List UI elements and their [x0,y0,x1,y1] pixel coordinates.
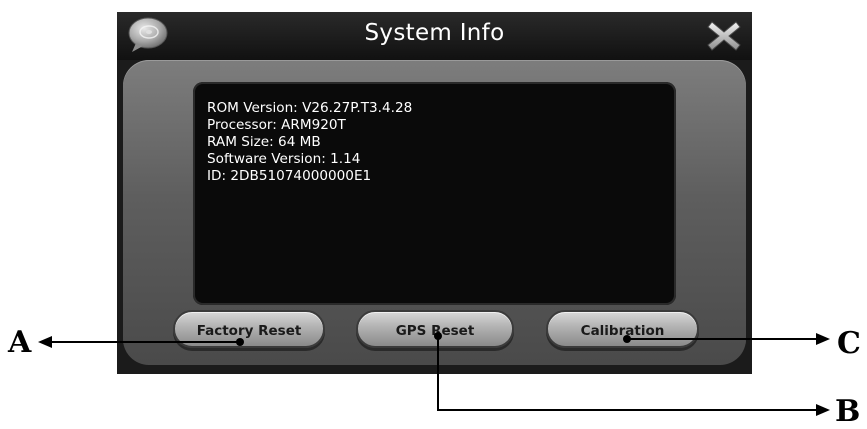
rom-version-text: ROM Version: V26.27P.T3.4.28 [207,100,413,116]
gps-reset-button[interactable]: GPS Reset [356,310,514,348]
device-id-text: ID: 2DB51074000000E1 [207,168,372,184]
callout-c-arrowhead [816,333,830,345]
callout-label-b: B [835,394,861,429]
calibration-button[interactable]: Calibration [546,310,699,348]
callout-label-a: A [8,325,32,360]
close-icon[interactable] [705,18,743,54]
ram-size-text: RAM Size: 64 MB [207,134,321,150]
software-version-text: Software Version: 1.14 [207,151,361,167]
callout-label-c: C [837,326,861,361]
device-screen: System Info ROM Version: V26.27P.T3.4.28… [117,12,752,374]
system-info-panel: ROM Version: V26.27P.T3.4.28 Processor: … [123,60,746,365]
title-bar: System Info [117,12,752,60]
window-title: System Info [364,20,505,46]
processor-text: Processor: ARM920T [207,117,346,133]
callout-b-arrowhead [816,404,830,416]
info-box: ROM Version: V26.27P.T3.4.28 Processor: … [193,82,676,305]
callout-a-arrowhead [38,336,52,348]
info-lines: ROM Version: V26.27P.T3.4.28 Processor: … [207,100,412,185]
factory-reset-button[interactable]: Factory Reset [173,310,325,348]
